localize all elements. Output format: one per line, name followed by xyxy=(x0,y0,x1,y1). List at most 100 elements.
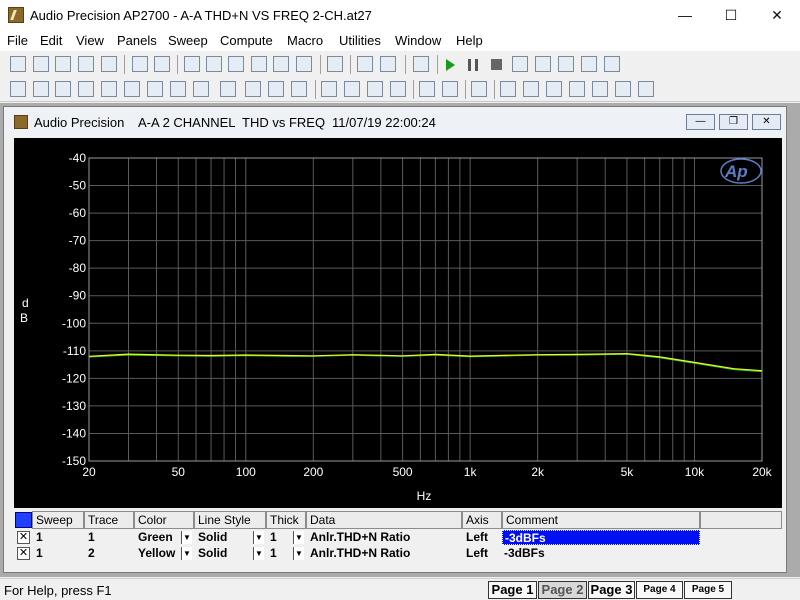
digital-io-icon[interactable] xyxy=(101,81,117,97)
row-1-thick-dropdown-icon[interactable]: ▼ xyxy=(293,531,304,544)
menu-file[interactable]: File xyxy=(7,33,28,48)
header-comment[interactable]: Comment xyxy=(502,511,700,529)
stop-sweep-icon[interactable] xyxy=(491,59,502,70)
menu-help[interactable]: Help xyxy=(456,33,483,48)
bits-icon[interactable] xyxy=(124,81,140,97)
sliders-icon[interactable] xyxy=(291,81,307,97)
mixer-icon[interactable] xyxy=(170,81,186,97)
row-2-sweep[interactable]: 1 xyxy=(34,546,84,561)
header-thick[interactable]: Thick xyxy=(266,511,306,529)
antenna-icon[interactable] xyxy=(442,81,458,97)
row-1-line-style-dropdown-icon[interactable]: ▼ xyxy=(253,531,264,544)
row-1-trace[interactable]: 1 xyxy=(86,530,134,545)
child-close-button[interactable]: ✕ xyxy=(752,114,781,130)
notepad-icon[interactable] xyxy=(471,81,487,97)
close-button[interactable]: ✕ xyxy=(754,0,800,31)
play-icon[interactable] xyxy=(446,59,455,71)
graph-panel-5-icon[interactable] xyxy=(592,81,608,97)
pause-icon[interactable] xyxy=(468,59,478,71)
page-tab-2[interactable]: Page 2 xyxy=(538,581,587,599)
menu-sweep[interactable]: Sweep xyxy=(168,33,208,48)
generator-icon[interactable] xyxy=(33,81,49,97)
menu-macro[interactable]: Macro xyxy=(287,33,323,48)
arrow-down-icon[interactable] xyxy=(344,81,360,97)
menu-compute[interactable]: Compute xyxy=(220,33,273,48)
monitor-icon[interactable] xyxy=(380,56,396,72)
paste-icon[interactable] xyxy=(251,56,267,72)
page-tab-3[interactable]: Page 3 xyxy=(588,581,635,599)
new-file-icon[interactable] xyxy=(10,56,26,72)
header-line-style[interactable]: Line Style xyxy=(194,511,266,529)
table-corner-color-swatch[interactable] xyxy=(15,512,32,528)
green-light-icon[interactable] xyxy=(273,56,289,72)
header-trace[interactable]: Trace xyxy=(84,511,134,529)
row-2-color-dropdown-icon[interactable]: ▼ xyxy=(181,547,192,560)
bars-icon[interactable] xyxy=(268,81,284,97)
row-2-color[interactable]: Yellow xyxy=(136,546,182,561)
row-2-thick[interactable]: 1 xyxy=(268,546,294,561)
minimize-button[interactable]: — xyxy=(662,0,708,31)
copy-icon[interactable] xyxy=(228,56,244,72)
row-1-enabled-checkbox[interactable]: ✕ xyxy=(17,531,30,544)
page-tab-5[interactable]: Page 5 xyxy=(684,581,732,599)
row-2-axis[interactable]: Left xyxy=(464,546,502,561)
row-2-data[interactable]: Anlr.THD+N Ratio xyxy=(308,546,462,561)
save-as-icon[interactable] xyxy=(101,56,117,72)
transfer-icon[interactable] xyxy=(558,56,574,72)
row-2-enabled-checkbox[interactable]: ✕ xyxy=(17,547,30,560)
row-1-axis[interactable]: Left xyxy=(464,530,502,545)
dsp-icon[interactable] xyxy=(78,81,94,97)
stop-icon[interactable] xyxy=(296,56,312,72)
hand-icon[interactable] xyxy=(512,56,528,72)
graph-panel-1-icon[interactable] xyxy=(500,81,516,97)
graph-settings-icon[interactable] xyxy=(327,56,343,72)
data-editor-icon[interactable] xyxy=(390,81,406,97)
page-tab-4[interactable]: Page 4 xyxy=(636,581,683,599)
header-sweep[interactable]: Sweep xyxy=(32,511,84,529)
row-1-thick[interactable]: 1 xyxy=(268,530,294,545)
regulate-icon[interactable] xyxy=(581,56,597,72)
child-minimize-button[interactable]: — xyxy=(686,114,715,130)
menu-edit[interactable]: Edit xyxy=(40,33,62,48)
menu-view[interactable]: View xyxy=(76,33,104,48)
glasses-icon[interactable] xyxy=(535,56,551,72)
menu-panels[interactable]: Panels xyxy=(117,33,157,48)
cut-icon[interactable] xyxy=(206,56,222,72)
graph-panel-3-icon[interactable] xyxy=(546,81,562,97)
record-icon[interactable] xyxy=(357,56,373,72)
row-1-color-dropdown-icon[interactable]: ▼ xyxy=(181,531,192,544)
graph-panel-4-icon[interactable] xyxy=(569,81,585,97)
print-preview-icon[interactable] xyxy=(154,56,170,72)
graph-window-title-bar[interactable]: Audio Precision A-A 2 CHANNEL THD vs FRE… xyxy=(4,107,786,137)
maximize-button[interactable]: ☐ xyxy=(708,0,754,31)
row-2-line-style[interactable]: Solid xyxy=(196,546,254,561)
row-2-line-style-dropdown-icon[interactable]: ▼ xyxy=(253,547,264,560)
arrow-right-icon[interactable] xyxy=(321,81,337,97)
panel-icon[interactable] xyxy=(413,56,429,72)
new-test-icon[interactable] xyxy=(33,56,49,72)
header-color[interactable]: Color xyxy=(134,511,194,529)
waveform-icon[interactable] xyxy=(147,81,163,97)
square-wave-icon[interactable] xyxy=(55,81,71,97)
row-1-color[interactable]: Green xyxy=(136,530,182,545)
dcx-icon[interactable] xyxy=(220,81,236,97)
header-data[interactable]: Data xyxy=(306,511,462,529)
switcher-icon[interactable] xyxy=(245,81,261,97)
row-2-trace[interactable]: 2 xyxy=(86,546,134,561)
row-2-comment[interactable]: -3dBFs xyxy=(502,546,700,561)
open-folder-icon[interactable] xyxy=(55,56,71,72)
graph-panel-7-icon[interactable] xyxy=(638,81,654,97)
row-1-sweep[interactable]: 1 xyxy=(34,530,84,545)
ap-logo-icon[interactable] xyxy=(14,115,28,129)
row-1-data[interactable]: Anlr.THD+N Ratio xyxy=(308,530,462,545)
row-2-thick-dropdown-icon[interactable]: ▼ xyxy=(293,547,304,560)
page-tab-1[interactable]: Page 1 xyxy=(488,581,537,599)
graph-panel-6-icon[interactable] xyxy=(615,81,631,97)
row-1-comment[interactable]: -3dBFs xyxy=(502,530,700,545)
analyzer-icon[interactable] xyxy=(10,81,26,97)
graph-icon[interactable] xyxy=(367,81,383,97)
graph-area[interactable]: -40 -50 -60 -70 -80 -90 -100 -110 -120 -130 -140 -1… xyxy=(14,138,782,508)
list-icon[interactable] xyxy=(604,56,620,72)
menu-window[interactable]: Window xyxy=(395,33,441,48)
save-icon[interactable] xyxy=(78,56,94,72)
